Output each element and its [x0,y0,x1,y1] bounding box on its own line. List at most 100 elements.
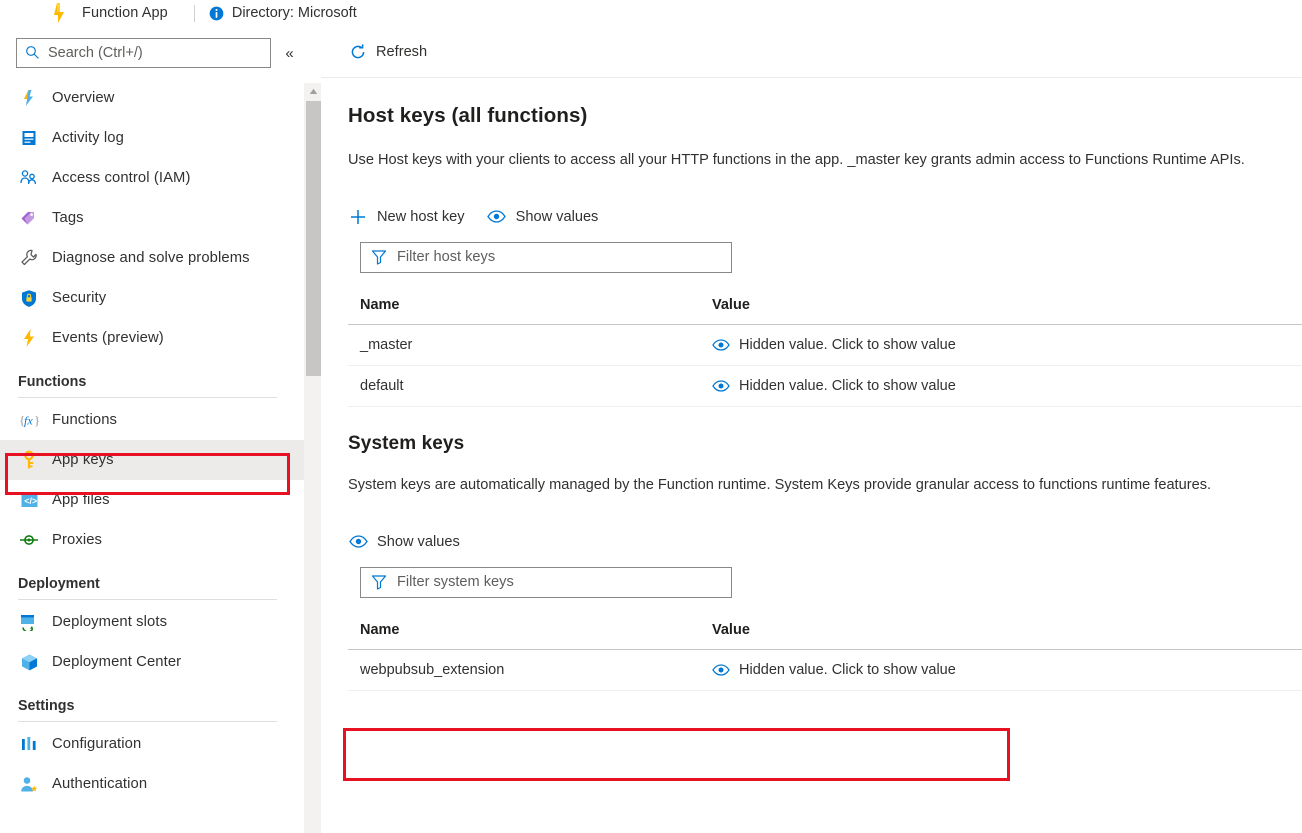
host-keys-actions: New host key Show values [348,202,1302,232]
host-key-value-cell[interactable]: Hidden value. Click to show value [712,378,1302,394]
system-key-value-cell[interactable]: Hidden value. Click to show value [712,662,1302,678]
sidebar-item-deployment-slots[interactable]: Deployment slots [0,602,304,642]
app-files-icon: </> [18,489,40,511]
sidebar-item-label: Configuration [52,736,141,752]
host-key-name: default [348,365,700,406]
directory-label: Directory: Microsoft [232,5,357,21]
filter-icon [371,574,388,591]
sidebar-item-security[interactable]: Security [0,278,304,318]
sidebar-item-label: Proxies [52,532,102,548]
deployment-center-icon [18,651,40,673]
system-keys-description: System keys are automatically managed by… [348,475,1293,497]
plus-icon [348,207,368,227]
breadcrumb: Function App Directory: Microsoft [0,0,1302,26]
info-icon [209,6,224,21]
sidebar-group-settings: Settings [0,682,304,722]
host-keys-show-values-button[interactable]: Show values [487,202,599,232]
sidebar-item-label: Authentication [52,776,147,792]
authentication-icon [18,773,40,795]
collapse-sidebar-button[interactable]: « [275,38,304,68]
system-keys-filter-input[interactable]: Filter system keys [360,567,732,598]
sidebar-item-activity-log[interactable]: Activity log [0,118,304,158]
configuration-icon [18,733,40,755]
new-host-key-label: New host key [377,209,465,225]
sidebar-item-configuration[interactable]: Configuration [0,724,304,764]
sidebar-item-deployment-center[interactable]: Deployment Center [0,642,304,682]
filter-icon [371,249,388,266]
system-keys-show-values-button[interactable]: Show values [348,527,460,557]
system-keys-heading: System keys [348,433,1302,455]
sidebar-group-title: Deployment [18,576,304,592]
host-keys-show-values-label: Show values [516,209,599,225]
host-keys-filter-placeholder: Filter host keys [397,249,495,265]
sidebar-item-label: Deployment Center [52,654,181,670]
sidebar: Search (Ctrl+/) « Overview [0,26,304,833]
table-row[interactable]: default Hidden value. Click to show valu… [348,365,1302,406]
sidebar-group-functions-items: { fx } Functions App keys [0,400,304,560]
eye-icon [712,338,730,352]
search-input[interactable]: Search (Ctrl+/) [16,38,271,68]
sidebar-item-overview[interactable]: Overview [0,78,304,118]
sidebar-scrollbar[interactable] [304,83,321,833]
host-key-value-text: Hidden value. Click to show value [739,378,956,394]
sidebar-item-events[interactable]: Events (preview) [0,318,304,358]
new-host-key-button[interactable]: New host key [348,202,465,232]
sidebar-item-label: Tags [52,210,84,226]
refresh-button[interactable]: Refresh [349,36,437,68]
table-row[interactable]: webpubsub_extension Hidden value. Click … [348,649,1302,690]
events-icon [18,327,40,349]
table-header-row: Name Value [348,297,1302,325]
sidebar-item-tags[interactable]: Tags [0,198,304,238]
sidebar-item-label: Overview [52,90,114,106]
sidebar-group-deployment: Deployment [0,560,304,600]
search-icon [25,45,41,61]
sidebar-item-label: Access control (IAM) [52,170,191,186]
host-key-value-text: Hidden value. Click to show value [739,337,956,353]
column-header-name: Name [348,297,700,325]
azure-portal-page: Function App Directory: Microsoft Search… [0,0,1302,833]
function-app-icon [48,3,68,23]
system-keys-filter-placeholder: Filter system keys [397,574,514,590]
sidebar-item-diagnose[interactable]: Diagnose and solve problems [0,238,304,278]
sidebar-group-title: Functions [18,374,304,390]
host-key-value-cell[interactable]: Hidden value. Click to show value [712,337,1302,353]
refresh-icon [349,43,367,61]
scroll-up-arrow-icon[interactable] [305,83,322,100]
scrollbar-thumb[interactable] [306,101,321,376]
sidebar-item-proxies[interactable]: Proxies [0,520,304,560]
column-header-value: Value [700,622,1302,650]
sidebar-item-label: Events (preview) [52,330,164,346]
svg-text:fx: fx [24,414,33,428]
system-key-name: webpubsub_extension [348,649,700,690]
main-content: Refresh Host keys (all functions) Use Ho… [321,26,1302,833]
sidebar-item-access-control[interactable]: Access control (IAM) [0,158,304,198]
eye-icon [487,207,507,227]
host-keys-filter-input[interactable]: Filter host keys [360,242,732,273]
sidebar-item-app-keys[interactable]: App keys [0,440,304,480]
eye-icon [712,379,730,393]
key-icon [18,449,40,471]
overview-icon [18,87,40,109]
table-row[interactable]: _master Hidden value. Click to show valu… [348,324,1302,365]
sidebar-primary-items: Overview Activity log [0,68,304,358]
keys-panel: Host keys (all functions) Use Host keys … [321,78,1302,691]
sidebar-item-label: App keys [52,452,114,468]
sidebar-item-authentication[interactable]: Authentication [0,764,304,804]
divider [18,599,277,600]
sidebar-group-settings-items: Configuration Authentication [0,724,304,804]
activity-log-icon [18,127,40,149]
svg-text:}: } [34,413,40,428]
host-keys-table: Name Value _master [348,297,1302,407]
shield-icon [18,287,40,309]
system-keys-table: Name Value webpubsub_extension [348,622,1302,691]
functions-icon: { fx } [18,409,40,431]
system-keys-actions: Show values [348,527,1302,557]
sidebar-search-row: Search (Ctrl+/) « [0,26,304,68]
system-keys-show-values-label: Show values [377,534,460,550]
sidebar-item-app-files[interactable]: </> App files [0,480,304,520]
sidebar-item-functions[interactable]: { fx } Functions [0,400,304,440]
page-title: Function App [82,5,168,21]
svg-text:</>: </> [24,496,37,506]
host-keys-heading: Host keys (all functions) [348,104,1302,128]
sidebar-item-label: Security [52,290,106,306]
